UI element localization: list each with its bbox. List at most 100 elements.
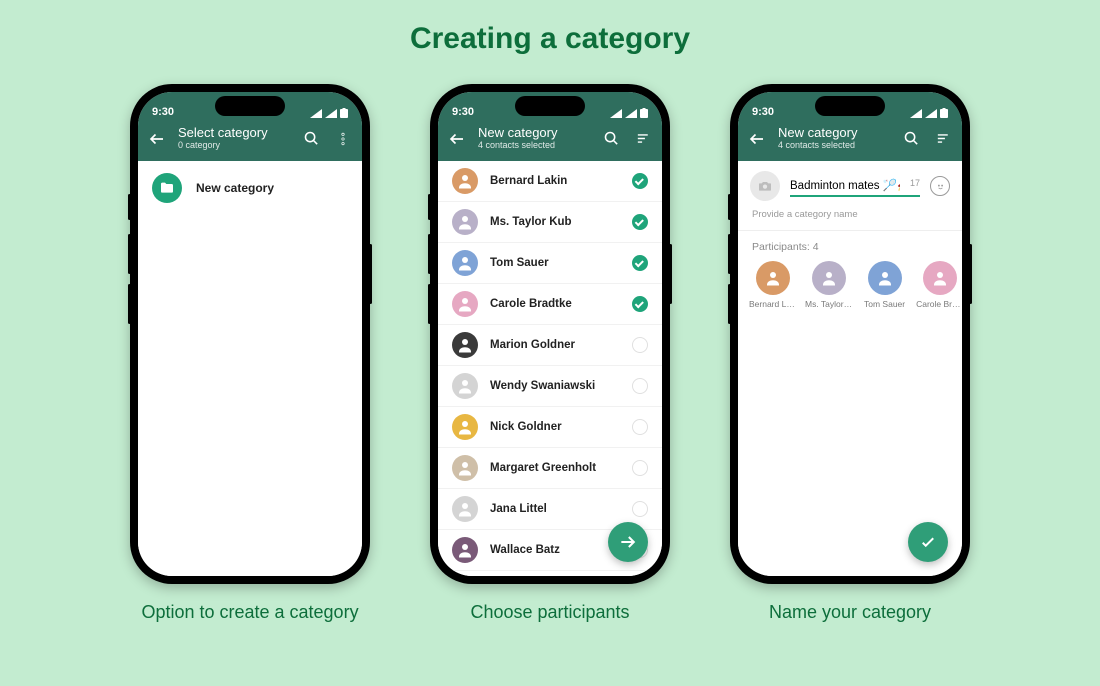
folder-plus-icon: [152, 173, 182, 203]
phone-notch: [815, 96, 885, 116]
appbar-subtitle: 4 contacts selected: [778, 141, 890, 151]
select-checkbox[interactable]: [632, 378, 648, 394]
phone-col-2: 9:30 New category 4 conta: [430, 84, 670, 623]
participants-row: Bernard Lakin Ms. Taylor K… Tom Sauer Carol…: [738, 261, 962, 309]
status-time: 9:30: [752, 106, 774, 118]
select-checkbox[interactable]: [632, 501, 648, 517]
participant-cell[interactable]: Ms. Taylor K…: [808, 261, 850, 309]
appbar-subtitle: 0 category: [178, 141, 290, 151]
select-checkbox[interactable]: [632, 460, 648, 476]
participant-cell[interactable]: Carole Bra…: [919, 261, 961, 309]
emoji-button[interactable]: [930, 176, 950, 196]
avatar: [452, 209, 478, 235]
select-checkbox[interactable]: [632, 255, 648, 271]
contact-name: Wallace Batz: [490, 544, 620, 556]
name-input-row: 17: [738, 161, 962, 205]
avatar: [868, 261, 902, 295]
avatar: [452, 496, 478, 522]
participant-name: Carole Bra…: [916, 299, 962, 309]
avatar: [452, 373, 478, 399]
wifi-icon: [925, 109, 937, 118]
back-button[interactable]: [446, 128, 468, 150]
contact-row[interactable]: Ms. Taylor Kub: [438, 202, 662, 243]
avatar: [452, 455, 478, 481]
select-checkbox[interactable]: [632, 296, 648, 312]
back-button[interactable]: [746, 128, 768, 150]
contact-row[interactable]: Nick Goldner: [438, 407, 662, 448]
appbar-subtitle: 4 contacts selected: [478, 141, 590, 151]
avatar: [452, 332, 478, 358]
more-button[interactable]: [332, 128, 354, 150]
contact-row[interactable]: Bernard Lakin: [438, 161, 662, 202]
participant-name: Tom Sauer: [864, 299, 905, 309]
participant-cell[interactable]: Bernard Lakin: [752, 261, 794, 309]
avatar: [923, 261, 957, 295]
participant-cell[interactable]: Tom Sauer: [864, 261, 905, 309]
select-checkbox[interactable]: [632, 419, 648, 435]
contact-row[interactable]: Marion Goldner: [438, 325, 662, 366]
avatar: [452, 291, 478, 317]
phone-screen-2: 9:30 New category 4 conta: [438, 92, 662, 576]
contact-list: Bernard Lakin Ms. Taylor KubTom Sauer Caro…: [438, 161, 662, 576]
phone-frame: 9:30 New category 4 conta: [730, 84, 970, 584]
search-button[interactable]: [600, 128, 622, 150]
avatar: [756, 261, 790, 295]
contact-row[interactable]: Ernest Schulist: [438, 571, 662, 576]
phone-notch: [515, 96, 585, 116]
select-checkbox[interactable]: [632, 337, 648, 353]
contact-row[interactable]: Carole Bradtke: [438, 284, 662, 325]
caption-3: Name your category: [769, 602, 931, 623]
phone-frame: 9:30 Select category 0 ca: [130, 84, 370, 584]
avatar: [452, 168, 478, 194]
next-fab[interactable]: [608, 522, 648, 562]
status-icons: [310, 108, 348, 118]
phone-notch: [215, 96, 285, 116]
sort-button[interactable]: [632, 128, 654, 150]
caption-1: Option to create a category: [141, 602, 358, 623]
phone-col-1: 9:30 Select category 0 ca: [130, 84, 370, 623]
search-button[interactable]: [900, 128, 922, 150]
phone-screen-1: 9:30 Select category 0 ca: [138, 92, 362, 576]
contact-name: Carole Bradtke: [490, 298, 620, 310]
contact-name: Wendy Swaniawski: [490, 380, 620, 392]
status-icons: [910, 108, 948, 118]
confirm-fab[interactable]: [908, 522, 948, 562]
contact-row[interactable]: Margaret Greenholt: [438, 448, 662, 489]
camera-icon[interactable]: [750, 171, 780, 201]
status-icons: [610, 108, 648, 118]
input-hint: Provide a category name: [738, 205, 962, 231]
signal-icon: [910, 109, 922, 118]
caption-2: Choose participants: [470, 602, 629, 623]
contact-name: Jana Littel: [490, 503, 620, 515]
contact-name: Marion Goldner: [490, 339, 620, 351]
category-name-input[interactable]: [790, 175, 920, 197]
avatar: [452, 537, 478, 563]
contact-name: Bernard Lakin: [490, 175, 620, 187]
select-checkbox[interactable]: [632, 173, 648, 189]
battery-icon: [940, 108, 948, 118]
appbar-title: New category: [778, 126, 890, 140]
search-button[interactable]: [300, 128, 322, 150]
signal-icon: [610, 109, 622, 118]
contact-row[interactable]: Wendy Swaniawski: [438, 366, 662, 407]
phone-screen-3: 9:30 New category 4 conta: [738, 92, 962, 576]
back-button[interactable]: [146, 128, 168, 150]
contact-row[interactable]: Tom Sauer: [438, 243, 662, 284]
wifi-icon: [325, 109, 337, 118]
sort-button[interactable]: [932, 128, 954, 150]
avatar: [452, 414, 478, 440]
signal-icon: [310, 109, 322, 118]
appbar-title: New category: [478, 126, 590, 140]
contact-name: Margaret Greenholt: [490, 462, 620, 474]
status-time: 9:30: [452, 106, 474, 118]
new-category-row[interactable]: New category: [138, 161, 362, 215]
phone-row: 9:30 Select category 0 ca: [0, 84, 1100, 623]
avatar: [452, 250, 478, 276]
avatar: [812, 261, 846, 295]
phone-frame: 9:30 New category 4 conta: [430, 84, 670, 584]
wifi-icon: [625, 109, 637, 118]
arrow-right-icon: [618, 532, 638, 552]
check-icon: [919, 533, 937, 551]
participant-name: Ms. Taylor K…: [805, 299, 853, 309]
select-checkbox[interactable]: [632, 214, 648, 230]
